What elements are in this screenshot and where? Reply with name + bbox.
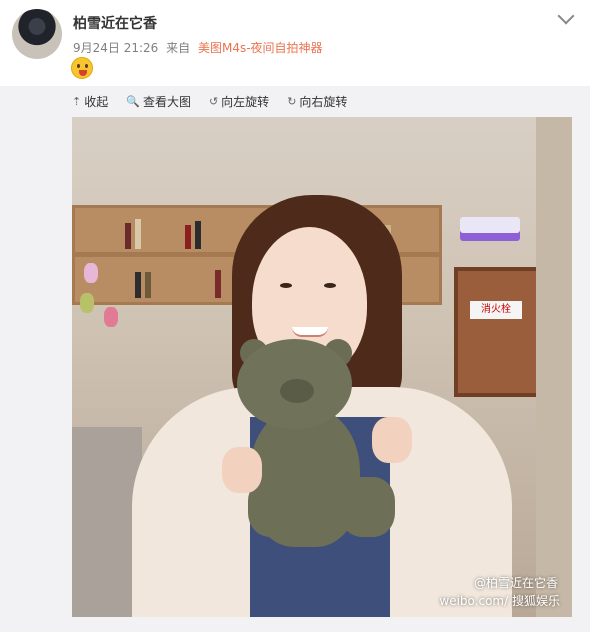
cabinet-label: 消火栓 — [470, 301, 522, 319]
pendant-lamp — [80, 293, 94, 313]
pendant-lamp — [84, 263, 98, 283]
watermark: weibo.com/ 搜狐娱乐 — [439, 592, 560, 609]
media-toolbar: ⇡ 收起 🔍 查看大图 ↺ 向左旋转 ↻ 向右旋转 — [72, 92, 347, 110]
hand — [222, 447, 262, 493]
watermark-brand: 搜狐娱乐 — [511, 594, 560, 608]
book — [125, 223, 131, 249]
emoji-icon — [71, 57, 93, 79]
book — [145, 272, 151, 298]
eye — [324, 283, 336, 288]
hand — [372, 417, 412, 463]
bear-snout — [280, 379, 314, 403]
from-label: 来自 — [166, 41, 191, 55]
pendant-lamp — [104, 307, 118, 327]
zoom-icon: 🔍 — [126, 94, 140, 108]
book — [135, 219, 141, 249]
collapse-icon: ⇡ — [72, 94, 82, 108]
book — [195, 221, 201, 249]
book — [185, 225, 191, 249]
book — [215, 270, 221, 298]
fire-cabinet: 消火栓 — [454, 267, 540, 397]
rotate-left-button[interactable]: ↺ 向左旋转 — [209, 92, 269, 110]
collapse-button[interactable]: ⇡ 收起 — [72, 92, 108, 110]
view-large-button[interactable]: 🔍 查看大图 — [126, 92, 191, 110]
uv-lamp — [460, 217, 520, 241]
rotate-right-icon: ↻ — [287, 94, 297, 108]
watermark-user: @柏雪近在它香 — [473, 576, 558, 590]
rotate-right-button[interactable]: ↻ 向右旋转 — [287, 92, 347, 110]
wall-column — [536, 117, 572, 617]
smile — [292, 327, 328, 337]
chevron-down-icon[interactable] — [557, 7, 575, 25]
eye — [280, 283, 292, 288]
avatar[interactable] — [12, 9, 62, 59]
rotate-left-label: 向左旋转 — [221, 94, 270, 109]
view-large-label: 查看大图 — [142, 94, 191, 109]
rotate-right-label: 向右旋转 — [299, 94, 348, 109]
post-photo[interactable]: 消火栓 @柏雪近在它香 weibo.com/ 搜狐娱乐 — [72, 117, 572, 617]
collapse-label: 收起 — [84, 94, 109, 109]
post-date[interactable]: 9月24日 21:26 — [73, 41, 158, 55]
bear-leg — [340, 477, 395, 537]
username[interactable]: 柏雪近在它香 — [73, 13, 157, 33]
watermark-site: weibo.com/ — [439, 594, 509, 608]
post-meta: 9月24日 21:26 来自 美图M4s-夜间自拍神器 — [73, 39, 327, 56]
rotate-left-icon: ↺ — [208, 94, 219, 108]
book — [135, 272, 141, 298]
post-source[interactable]: 美图M4s-夜间自拍神器 — [198, 41, 323, 55]
